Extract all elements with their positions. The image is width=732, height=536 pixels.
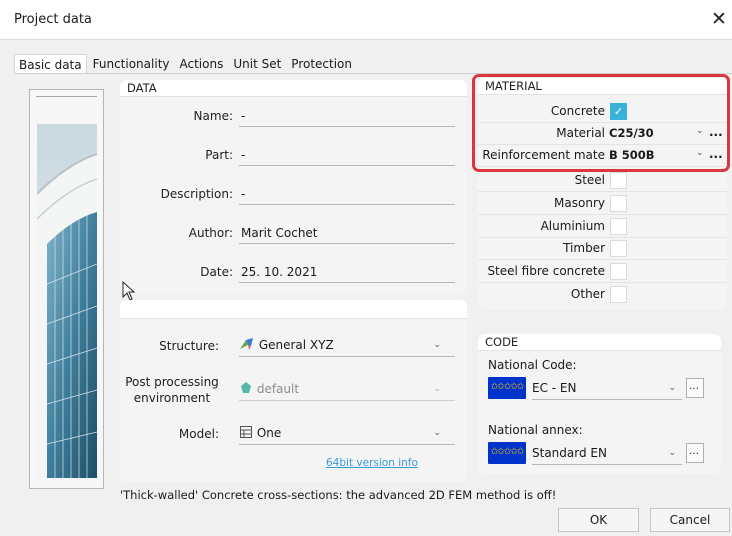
national-code-underline bbox=[532, 399, 682, 400]
project-image-frame bbox=[29, 89, 104, 489]
code-panel-header: CODE bbox=[478, 334, 721, 351]
data-panel-header: DATA bbox=[120, 80, 467, 97]
author-field[interactable]: Marit Cochet bbox=[239, 224, 455, 244]
timber-row: Timber bbox=[478, 238, 727, 260]
mouse-cursor-icon bbox=[122, 281, 136, 301]
national-annex-value: Standard EN bbox=[532, 446, 607, 460]
chevron-down-icon: ⌄ bbox=[433, 384, 441, 394]
other-checkbox[interactable] bbox=[610, 286, 627, 303]
date-field[interactable]: 25. 10. 2021 bbox=[239, 263, 455, 283]
steel-label: Steel bbox=[574, 173, 605, 187]
tab-protection[interactable]: Protection bbox=[287, 54, 356, 74]
part-label: Part: bbox=[205, 148, 233, 162]
structure-underline bbox=[239, 356, 455, 357]
ok-button[interactable]: OK bbox=[558, 508, 639, 532]
national-code-label: National Code: bbox=[488, 358, 577, 372]
post-processing-label-line1: Post processing bbox=[125, 375, 219, 389]
settings-panel-header bbox=[120, 300, 467, 319]
national-annex-select[interactable]: Standard EN ⌄ bbox=[532, 442, 682, 464]
aluminium-row: Aluminium bbox=[478, 216, 727, 238]
steel-row: Steel bbox=[478, 170, 727, 192]
steel-checkbox[interactable] bbox=[610, 172, 627, 189]
chevron-down-icon: ⌄ bbox=[668, 448, 676, 458]
status-message: 'Thick-walled' Concrete cross-sections: … bbox=[120, 488, 557, 502]
post-processing-value: default bbox=[256, 382, 300, 396]
timber-label: Timber bbox=[563, 241, 605, 255]
tab-bar: Basic data Functionality Actions Unit Se… bbox=[14, 54, 358, 74]
masonry-checkbox[interactable] bbox=[610, 195, 627, 212]
tab-basic-data[interactable]: Basic data bbox=[14, 54, 87, 74]
timber-checkbox[interactable] bbox=[610, 240, 627, 257]
aluminium-checkbox[interactable] bbox=[610, 218, 627, 235]
post-processing-select[interactable]: default ⌄ bbox=[239, 378, 455, 400]
general-xyz-icon bbox=[240, 338, 253, 350]
post-processing-label: Post processing environment bbox=[120, 374, 224, 406]
model-one-icon bbox=[240, 426, 252, 438]
model-label: Model: bbox=[178, 427, 219, 441]
name-label: Name: bbox=[193, 109, 233, 123]
model-underline bbox=[239, 444, 455, 445]
building-image bbox=[37, 124, 97, 478]
steel-fibre-concrete-checkbox[interactable] bbox=[610, 263, 627, 280]
material-highlight-box bbox=[472, 74, 730, 172]
masonry-row: Masonry bbox=[478, 193, 727, 215]
other-label: Other bbox=[570, 287, 605, 301]
steel-fibre-concrete-row: Steel fibre concrete bbox=[478, 261, 727, 283]
title-bar bbox=[0, 0, 732, 40]
other-row: Other bbox=[478, 284, 727, 306]
post-processing-label-line2: environment bbox=[133, 391, 211, 405]
frame-top-line bbox=[36, 96, 97, 97]
structure-label: Structure: bbox=[159, 339, 219, 353]
description-field[interactable]: - bbox=[239, 185, 455, 205]
tab-functionality[interactable]: Functionality bbox=[89, 54, 174, 74]
model-value: One bbox=[256, 426, 282, 440]
structure-value: General XYZ bbox=[258, 338, 334, 352]
chevron-down-icon: ⌄ bbox=[433, 428, 441, 438]
national-annex-more-button[interactable] bbox=[686, 443, 704, 463]
national-annex-underline bbox=[532, 464, 682, 465]
author-label: Author: bbox=[188, 226, 233, 240]
version-info-link[interactable]: 64bit version info bbox=[326, 457, 418, 469]
eu-flag-icon: ✩✩✩✩✩ bbox=[488, 442, 526, 464]
steel-fibre-concrete-label: Steel fibre concrete bbox=[487, 264, 605, 278]
part-field[interactable]: - bbox=[239, 146, 455, 166]
aluminium-label: Aluminium bbox=[540, 219, 605, 233]
structure-select[interactable]: General XYZ ⌄ bbox=[239, 334, 455, 356]
masonry-label: Masonry bbox=[554, 196, 605, 210]
national-annex-label: National annex: bbox=[488, 423, 583, 437]
national-code-more-button[interactable] bbox=[686, 378, 704, 398]
chevron-down-icon: ⌄ bbox=[433, 340, 441, 350]
cancel-button[interactable]: Cancel bbox=[650, 508, 730, 532]
national-code-value: EC - EN bbox=[532, 381, 577, 395]
close-icon[interactable]: ✕ bbox=[708, 8, 730, 30]
default-env-icon bbox=[241, 382, 251, 393]
national-code-select[interactable]: EC - EN ⌄ bbox=[532, 377, 682, 399]
post-processing-underline bbox=[239, 400, 455, 401]
description-label: Description: bbox=[160, 187, 233, 201]
date-label: Date: bbox=[200, 265, 233, 279]
model-select[interactable]: One ⌄ bbox=[239, 422, 455, 444]
tab-actions[interactable]: Actions bbox=[176, 54, 228, 74]
name-field[interactable]: - bbox=[239, 107, 455, 127]
window-title: Project data bbox=[14, 12, 92, 27]
tab-unit-set[interactable]: Unit Set bbox=[229, 54, 285, 74]
eu-flag-icon: ✩✩✩✩✩ bbox=[488, 377, 526, 399]
chevron-down-icon: ⌄ bbox=[668, 383, 676, 393]
